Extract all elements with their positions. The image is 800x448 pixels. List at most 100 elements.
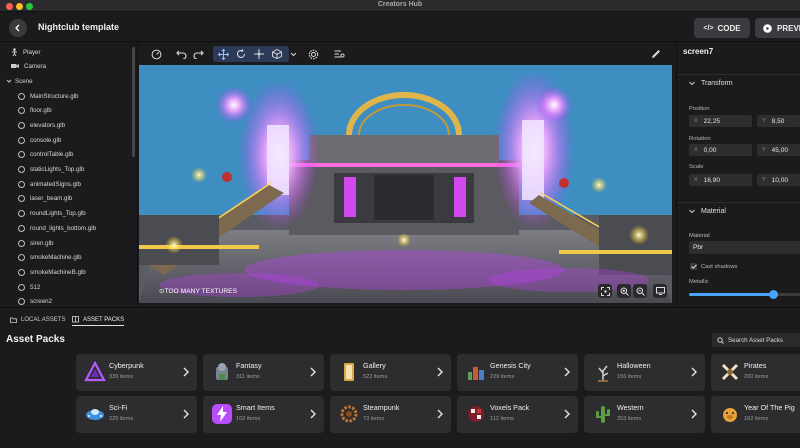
translate-tool-button[interactable] bbox=[216, 47, 230, 61]
back-button[interactable] bbox=[9, 19, 27, 37]
scene-tree-item[interactable]: smokeMachineB.glb bbox=[18, 265, 86, 279]
asset-pack-card[interactable]: Western 353 items bbox=[584, 396, 705, 433]
tree-item-label: roundLights_Top.glb bbox=[30, 210, 86, 218]
layers-button[interactable] bbox=[332, 47, 346, 61]
asset-pack-card[interactable]: Smart Items 102 items bbox=[203, 396, 324, 433]
tree-item-label: elevators.glb bbox=[30, 121, 66, 129]
scifi-icon bbox=[81, 400, 109, 428]
tree-item-camera[interactable]: Camera bbox=[11, 59, 46, 73]
asset-pack-card[interactable]: Voxels Pack 112 items bbox=[457, 396, 578, 433]
rotate-tool-button[interactable] bbox=[234, 47, 248, 61]
rotation-y-field[interactable]: Y 45,00 bbox=[757, 144, 800, 156]
scene-tree-item[interactable]: round_lights_bottom.glb bbox=[18, 221, 96, 235]
asset-pack-card[interactable]: Pirates 200 items bbox=[711, 354, 800, 391]
entity-circle-icon bbox=[18, 239, 25, 247]
scene-tree-item[interactable]: siren.glb bbox=[18, 236, 53, 250]
chevron-left-icon bbox=[15, 24, 20, 32]
code-button[interactable]: </> CODE bbox=[694, 18, 750, 38]
chevron-right-icon bbox=[437, 409, 443, 419]
folder-icon bbox=[10, 317, 17, 323]
scene-tree-item[interactable]: screen2 bbox=[18, 295, 52, 306]
scene-tree-item[interactable]: roundLights_Top.glb bbox=[18, 207, 86, 221]
tree-item-label: screen2 bbox=[30, 298, 53, 306]
edit-button[interactable] bbox=[649, 47, 663, 61]
scene-tree-item[interactable]: staticLights_Top.glb bbox=[18, 163, 84, 177]
scene-tree-item[interactable]: 512 bbox=[18, 280, 40, 294]
asset-pack-card[interactable]: Halloween 156 items bbox=[584, 354, 705, 391]
rotation-x-field[interactable]: X 0,00 bbox=[689, 144, 752, 156]
gizmo-toggle-button[interactable] bbox=[149, 47, 163, 61]
asset-pack-card[interactable]: Cyberpunk 339 items bbox=[76, 354, 197, 391]
material-section-header[interactable]: Material bbox=[677, 202, 800, 220]
entity-tree-panel: Player Camera Scene MainStructure.glb flo… bbox=[0, 43, 138, 306]
scale-x-field[interactable]: X 16,90 bbox=[689, 174, 752, 186]
search-asset-packs-button[interactable]: Search Asset Packs bbox=[712, 333, 800, 347]
scene-tree-item[interactable]: MainStructure.glb bbox=[18, 89, 79, 103]
3d-scene-canvas[interactable]: ⊙TOO MANY TEXTURES bbox=[139, 65, 672, 303]
asset-pack-count: 522 items bbox=[363, 374, 388, 380]
preview-button[interactable]: PREVIEW bbox=[755, 18, 800, 38]
code-button-label: CODE bbox=[717, 23, 741, 33]
tab-asset-packs[interactable]: ASSET PACKS bbox=[72, 314, 125, 326]
focus-selection-button[interactable] bbox=[598, 284, 612, 298]
asset-pack-card[interactable]: Year Of The Pig 162 items bbox=[711, 396, 800, 433]
asset-pack-card[interactable]: Sci-Fi 225 items bbox=[76, 396, 197, 433]
entity-circle-icon bbox=[18, 180, 25, 188]
asset-pack-count: 311 items bbox=[236, 374, 260, 380]
free-transform-button[interactable] bbox=[270, 47, 284, 61]
material-type-select[interactable]: Pbr bbox=[689, 241, 800, 254]
entity-circle-icon bbox=[18, 92, 25, 100]
scale-y-field[interactable]: Y 10,00 bbox=[757, 174, 800, 186]
tree-item-label: animatedSigns.glb bbox=[30, 180, 81, 188]
entity-circle-icon bbox=[18, 107, 25, 115]
metallic-slider[interactable] bbox=[689, 290, 800, 299]
undo-icon bbox=[175, 50, 186, 59]
scene-tree-item[interactable]: controlTable.glb bbox=[18, 148, 73, 162]
asset-pack-card[interactable]: Genesis City 229 items bbox=[457, 354, 578, 391]
zoom-out-button[interactable] bbox=[633, 284, 647, 298]
asset-pack-card[interactable]: Fantasy 311 items bbox=[203, 354, 324, 391]
tree-item-label: Player bbox=[23, 48, 41, 56]
nightclub-scene-render bbox=[139, 65, 672, 303]
tree-item-player[interactable]: Player bbox=[11, 45, 41, 59]
undo-button[interactable] bbox=[174, 47, 188, 61]
asset-pack-name: Cyberpunk bbox=[109, 361, 144, 370]
viewport-panel: ⊙TOO MANY TEXTURES bbox=[139, 43, 674, 306]
scene-tree-item[interactable]: console.glb bbox=[18, 133, 61, 147]
position-y-field[interactable]: Y 8,50 bbox=[757, 115, 800, 127]
creators-hub-app: Creators Hub Nightclub template </> CODE… bbox=[0, 0, 800, 448]
asset-pack-count: 73 items bbox=[363, 416, 385, 422]
asset-pack-card[interactable]: Gallery 522 items bbox=[330, 354, 451, 391]
transform-section-header[interactable]: Transform bbox=[677, 74, 800, 92]
inspector-panel: screen7 Transform Position X 22,25 Y 8,50 … bbox=[676, 43, 800, 306]
scale-tool-button[interactable] bbox=[252, 47, 266, 61]
chevron-down-icon bbox=[6, 79, 12, 83]
tree-item-label: laser_beam.glb bbox=[30, 195, 73, 203]
redo-button[interactable] bbox=[191, 47, 205, 61]
entity-circle-icon bbox=[18, 268, 25, 276]
tree-scrollbar[interactable] bbox=[132, 47, 135, 157]
scene-tree-item[interactable]: floor.glb bbox=[18, 104, 52, 118]
scene-settings-button[interactable] bbox=[306, 47, 320, 61]
rotation-label: Rotation bbox=[689, 136, 711, 142]
tool-options-dropdown[interactable] bbox=[286, 47, 300, 61]
chevron-right-icon bbox=[183, 409, 189, 419]
asset-pack-card[interactable]: Steampunk 73 items bbox=[330, 396, 451, 433]
scene-tree-item[interactable]: elevators.glb bbox=[18, 118, 65, 132]
scene-tree-item[interactable]: laser_beam.glb bbox=[18, 192, 72, 206]
asset-pack-count: 200 items bbox=[744, 374, 769, 380]
scene-tree-item[interactable]: smokeMachine.glb bbox=[18, 251, 82, 265]
tree-item-label: round_lights_bottom.glb bbox=[30, 224, 97, 232]
chevron-right-icon bbox=[310, 367, 316, 377]
scene-tree-item[interactable]: animatedSigns.glb bbox=[18, 177, 81, 191]
tree-item-scene[interactable]: Scene bbox=[6, 74, 33, 88]
zoom-in-button[interactable] bbox=[617, 284, 631, 298]
metallic-slider-knob[interactable] bbox=[768, 290, 778, 299]
camera-view-button[interactable] bbox=[653, 284, 667, 298]
cube-icon bbox=[272, 49, 282, 59]
tree-item-label: controlTable.glb bbox=[30, 151, 74, 159]
asset-pack-count: 353 items bbox=[617, 416, 642, 422]
tab-local-assets[interactable]: LOCAL ASSETS bbox=[10, 314, 65, 326]
position-x-field[interactable]: X 22,25 bbox=[689, 115, 752, 127]
cast-shadows-checkbox[interactable] bbox=[690, 263, 697, 270]
